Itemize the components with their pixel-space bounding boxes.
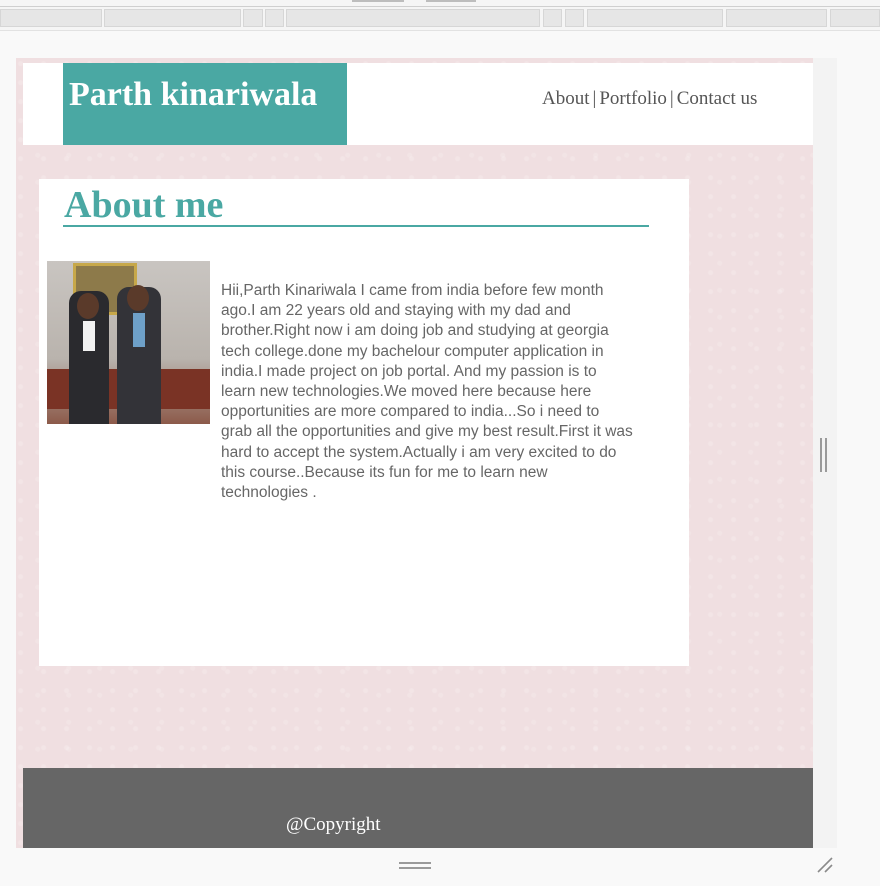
- toolbar-grip[interactable]: [352, 0, 404, 2]
- horizontal-resize-handle-icon[interactable]: [399, 862, 431, 870]
- person-left-head: [77, 293, 99, 319]
- toolbar-tab[interactable]: [830, 9, 880, 27]
- corner-resize-grip-icon[interactable]: [816, 856, 834, 874]
- toolbar-tab[interactable]: [0, 9, 102, 27]
- toolbar-tab[interactable]: [565, 9, 584, 27]
- about-heading: About me: [64, 184, 224, 226]
- nav-separator: |: [669, 88, 674, 109]
- person-right-shirt: [133, 313, 145, 347]
- nav-link-portfolio[interactable]: Portfolio: [599, 88, 667, 109]
- toolbar-tab[interactable]: [587, 9, 723, 27]
- toolbar-tab[interactable]: [726, 9, 827, 27]
- person-right-head: [127, 285, 149, 311]
- nav-separator: |: [592, 88, 597, 109]
- vertical-resize-handle-icon[interactable]: [820, 438, 828, 472]
- toolbar-tab[interactable]: [543, 9, 562, 27]
- profile-photo: [47, 261, 210, 424]
- about-bio-text: Hii,Parth Kinariwala I came from india b…: [221, 282, 633, 502]
- toolbar-tab[interactable]: [265, 9, 284, 27]
- toolbar-tab[interactable]: [243, 9, 263, 27]
- main-nav: About | Portfolio | Contact us: [542, 88, 757, 110]
- toolbar-tab[interactable]: [104, 9, 241, 27]
- site-logo[interactable]: Parth kinariwala: [69, 76, 317, 114]
- nav-link-contact[interactable]: Contact us: [677, 88, 758, 109]
- copyright-text: @Copyright: [286, 814, 381, 835]
- toolbar-grip[interactable]: [426, 0, 476, 2]
- toolbar-rule: [0, 6, 880, 7]
- top-toolbar: [0, 0, 880, 31]
- toolbar-tab[interactable]: [286, 9, 540, 27]
- heading-underline: [63, 225, 649, 227]
- person-left-shirt: [83, 321, 95, 351]
- nav-link-about[interactable]: About: [542, 88, 590, 109]
- site-footer: [23, 768, 813, 848]
